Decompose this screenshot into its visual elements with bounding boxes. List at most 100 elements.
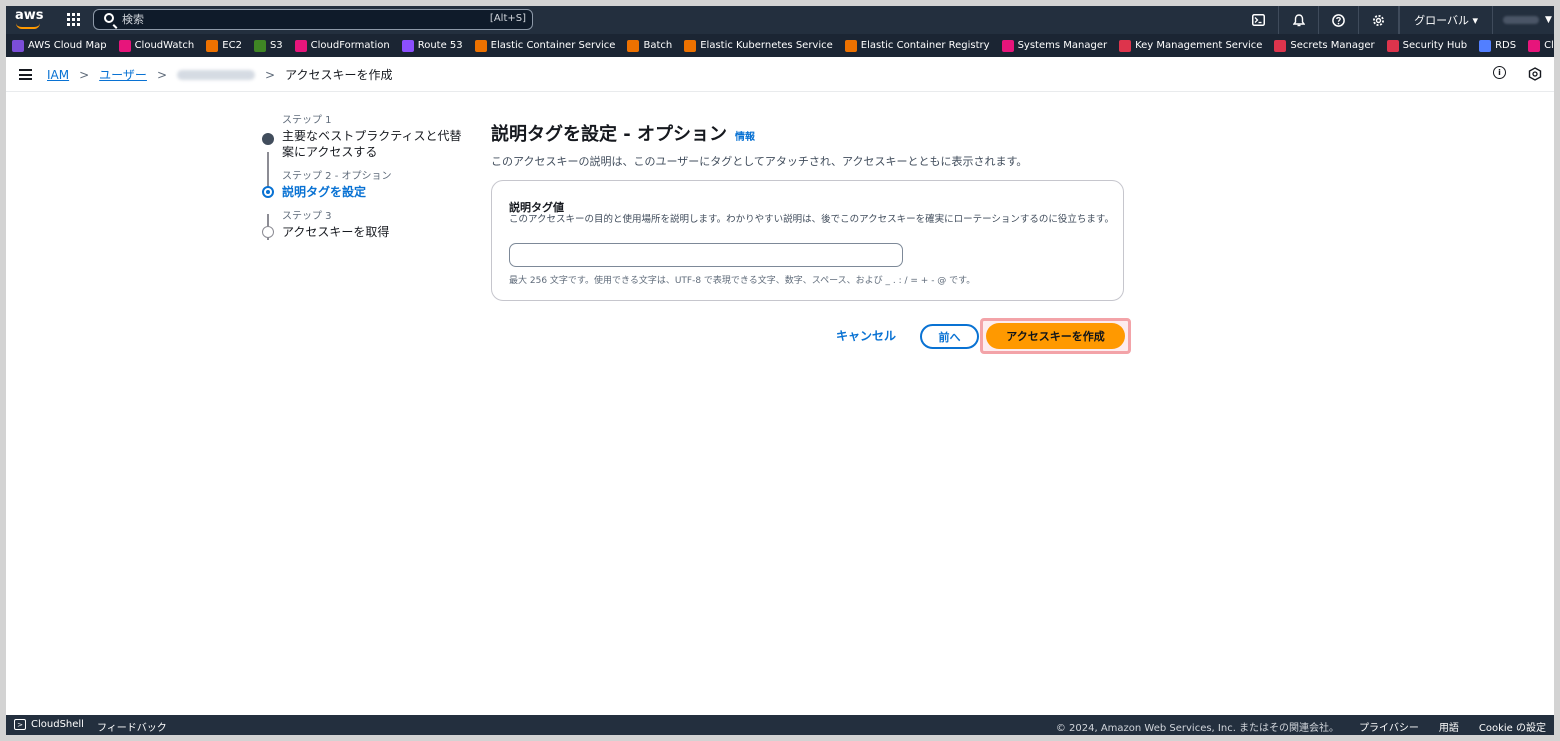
cookie-settings-link[interactable]: Cookie の設定: [1479, 719, 1546, 734]
search-input[interactable]: [122, 11, 462, 28]
step-1[interactable]: ステップ 1 主要なベストプラクティスと代替案にアクセスする: [262, 114, 472, 160]
favorite-aws-cloud-map[interactable]: AWS Cloud Map: [12, 39, 107, 52]
service-icon: [1001, 39, 1014, 52]
service-icon: [12, 39, 24, 52]
step-label: ステップ 3: [282, 211, 332, 222]
account-menu[interactable]: ▼: [1492, 6, 1554, 34]
favorite-label: AWS Cloud Map: [28, 40, 107, 51]
footer-links: © 2024, Amazon Web Services, Inc. またはその関…: [1056, 719, 1546, 734]
create-access-key-button[interactable]: アクセスキーを作成: [986, 323, 1125, 349]
description-tag-card: 説明タグ値 このアクセスキーの目的と使用場所を説明します。わかりやすい説明は、後…: [491, 180, 1124, 301]
aws-logo[interactable]: aws: [14, 8, 44, 32]
service-icon: [1274, 39, 1287, 52]
chevron-right-icon: >: [79, 67, 90, 82]
breadcrumb-bar: IAM > ユーザー > > アクセスキーを作成 i: [6, 57, 1554, 92]
previous-button[interactable]: 前へ: [920, 324, 979, 349]
terms-link[interactable]: 用語: [1439, 719, 1459, 734]
favorite-secrets-manager[interactable]: Secrets Manager: [1274, 39, 1375, 52]
wizard-steps: ステップ 1 主要なベストプラクティスと代替案にアクセスする ステップ 2 - …: [262, 114, 472, 250]
step-pending-icon: [262, 226, 274, 238]
step-title: 主要なベストプラクティスと代替案にアクセスする: [282, 129, 462, 159]
chevron-right-icon: >: [156, 67, 167, 82]
favorite-cloudwatch[interactable]: CloudWatch: [118, 39, 194, 52]
service-icon: [1386, 39, 1399, 52]
breadcrumb-users[interactable]: ユーザー: [99, 66, 147, 83]
browser-frame: aws [Alt+S] グローバル ▾: [6, 6, 1554, 735]
step-done-icon: [262, 133, 274, 145]
settings-gear-icon[interactable]: [1359, 6, 1400, 34]
favorite-label: CloudFormation: [310, 40, 390, 51]
page-description: このアクセスキーの説明は、このユーザーにタグとしてアタッチされ、アクセスキーとと…: [491, 155, 1028, 168]
cancel-button[interactable]: キャンセル: [836, 327, 896, 344]
breadcrumb: IAM > ユーザー > > アクセスキーを作成: [47, 66, 392, 83]
create-button-highlight: アクセスキーを作成: [980, 318, 1131, 354]
top-navigation: aws [Alt+S] グローバル ▾: [6, 6, 1554, 34]
favorite-label: CloudTrail: [1544, 40, 1554, 51]
favorite-s3[interactable]: S3: [253, 39, 283, 52]
main-content: 説明タグを設定 - オプション 情報 このアクセスキーの説明は、このユーザーにタ…: [491, 120, 1131, 354]
favorite-label: EC2: [222, 40, 242, 51]
step-label: ステップ 1: [282, 115, 332, 126]
favorite-elastic-container-service[interactable]: Elastic Container Service: [474, 39, 616, 52]
region-selector[interactable]: グローバル ▾: [1399, 6, 1492, 34]
favorite-ec2[interactable]: EC2: [206, 39, 242, 52]
feedback-link[interactable]: フィードバック: [97, 719, 167, 734]
info-panel-icon[interactable]: i: [1493, 66, 1506, 79]
favorite-rds[interactable]: RDS: [1479, 39, 1517, 52]
favorite-route-53[interactable]: Route 53: [401, 39, 463, 52]
service-icon: [844, 39, 857, 52]
notifications-bell-icon[interactable]: [1279, 6, 1320, 34]
cloudshell-footer-button[interactable]: > CloudShell: [14, 719, 84, 730]
account-name-redacted: [1503, 16, 1539, 24]
service-icon: [206, 39, 219, 52]
breadcrumb-username-redacted[interactable]: [177, 69, 255, 80]
favorite-elastic-container-registry[interactable]: Elastic Container Registry: [844, 39, 990, 52]
favorite-label: S3: [269, 40, 283, 51]
feedback-hex-icon[interactable]: [1528, 66, 1542, 85]
favorite-label: RDS: [1495, 40, 1517, 51]
favorite-key-management-service[interactable]: Key Management Service: [1119, 39, 1263, 52]
search-box[interactable]: [Alt+S]: [93, 9, 533, 30]
privacy-link[interactable]: プライバシー: [1359, 719, 1419, 734]
help-icon[interactable]: [1319, 6, 1360, 34]
page-title: 説明タグを設定 - オプション: [491, 124, 728, 145]
favorite-batch[interactable]: Batch: [627, 39, 672, 52]
field-constraint-hint: 最大 256 文字です。使用できる文字は、UTF-8 で表現できる文字、数字、ス…: [509, 276, 976, 286]
favorite-label: Elastic Container Service: [490, 40, 616, 51]
service-icon: [684, 39, 697, 52]
service-icon: [1479, 39, 1492, 52]
favorite-label: Elastic Container Registry: [860, 40, 990, 51]
service-icon: [627, 39, 640, 52]
cloudshell-icon[interactable]: [1239, 6, 1280, 34]
breadcrumb-iam[interactable]: IAM: [47, 68, 69, 82]
favorites-bar: AWS Cloud Map CloudWatch EC2 S3 CloudFormati…: [6, 34, 1554, 57]
aws-smile-icon: [16, 23, 40, 29]
favorite-label: Route 53: [417, 40, 463, 51]
nav-right: グローバル ▾ ▼: [1239, 6, 1554, 34]
favorite-cloudtrail[interactable]: CloudTrail: [1528, 39, 1554, 52]
favorite-cloudformation[interactable]: CloudFormation: [294, 39, 390, 52]
favorite-label: Elastic Kubernetes Service: [700, 40, 833, 51]
favorite-security-hub[interactable]: Security Hub: [1386, 39, 1468, 52]
caret-down-icon: ▼: [1545, 15, 1552, 25]
step-title: 説明タグを設定: [282, 185, 367, 199]
service-icon: [294, 39, 307, 52]
step-2[interactable]: ステップ 2 - オプション 説明タグを設定: [262, 170, 472, 200]
step-active-icon: [262, 186, 274, 198]
description-tag-input[interactable]: [509, 243, 903, 267]
info-link[interactable]: 情報: [735, 128, 755, 143]
chevron-right-icon: >: [265, 67, 276, 82]
favorite-elastic-kubernetes-service[interactable]: Elastic Kubernetes Service: [684, 39, 833, 52]
terminal-icon: >: [14, 719, 26, 730]
favorite-label: Security Hub: [1402, 40, 1468, 51]
hamburger-menu-icon[interactable]: [19, 69, 32, 80]
search-shortcut: [Alt+S]: [489, 13, 526, 24]
favorite-systems-manager[interactable]: Systems Manager: [1001, 39, 1107, 52]
service-icon: [474, 39, 487, 52]
service-icon: [253, 39, 266, 52]
services-grid-icon[interactable]: [67, 13, 80, 26]
service-icon: [1528, 39, 1541, 52]
page-title-row: 説明タグを設定 - オプション 情報: [491, 120, 1131, 146]
favorite-label: Key Management Service: [1135, 40, 1263, 51]
field-description: このアクセスキーの目的と使用場所を説明します。わかりやすい説明は、後でこのアクセ…: [509, 214, 1114, 225]
